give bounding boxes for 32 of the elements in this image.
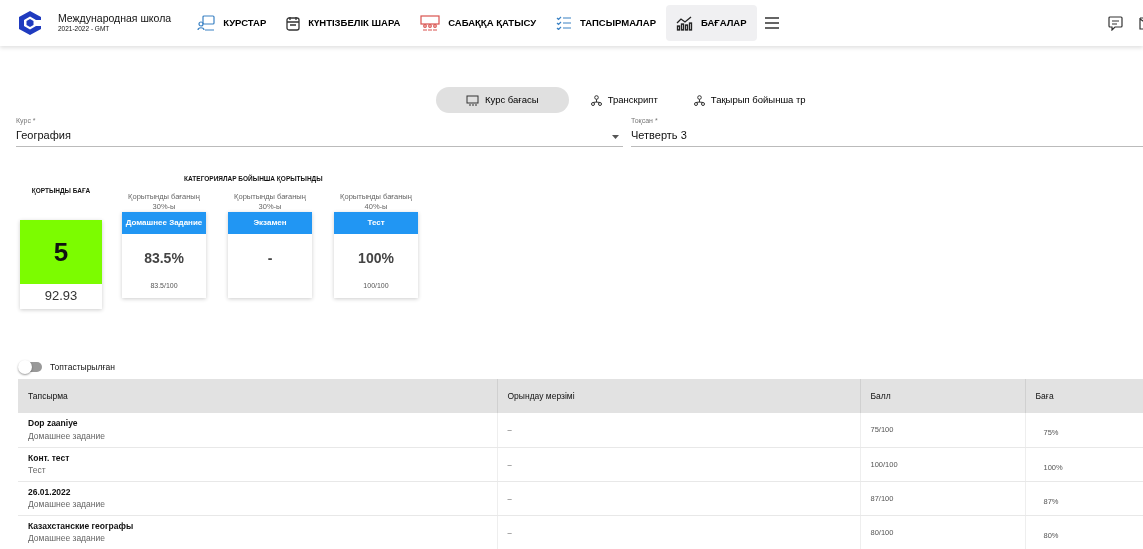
table-cell: 26.01.2022 Домашнее задание [18, 481, 497, 516]
table-cell: Конт. тест Тест [18, 447, 497, 482]
column-header: Балл [860, 379, 1025, 414]
classroom-icon [197, 15, 216, 31]
column-header: Тапсырма [18, 379, 497, 414]
nav-tab[interactable]: КУРСТАР [187, 5, 277, 41]
column-header: Баға [1025, 379, 1143, 414]
checklist-icon [556, 16, 573, 30]
board-icon [466, 94, 479, 106]
toggle-label: Топтастырылған [50, 360, 115, 374]
table-cell: Dop zaaniye Домашнее задание [18, 413, 497, 448]
school-name: Международная школа [58, 11, 172, 25]
logo-icon [18, 10, 42, 36]
table-cell: Казахстанские географы Домашнее задание [18, 515, 497, 549]
hierarchy-icon [590, 94, 602, 106]
dropdown-caret-icon [612, 135, 619, 140]
nav-tab[interactable]: САБАҚҚА ҚАТЫСУ [410, 5, 547, 41]
view-tab[interactable]: Транскрипт [576, 87, 672, 114]
view-tab[interactable]: Курс бағасы [436, 87, 569, 114]
menu-icon[interactable] [764, 17, 779, 29]
nav-tab[interactable]: ТАПСЫРМАЛАР [546, 5, 666, 41]
hierarchy-icon [693, 94, 705, 106]
chat-icon[interactable] [1108, 15, 1123, 31]
category-card: Экзамен - [228, 211, 312, 298]
calendar-icon [286, 15, 301, 31]
chart-icon [676, 15, 693, 31]
view-tab[interactable]: Тақырып бойынша тр [679, 87, 820, 114]
toggle-switch[interactable] [20, 361, 42, 372]
nav-tab[interactable]: КҮНТІЗБЕЛІК ШАРА [276, 5, 411, 41]
people-board-icon [420, 15, 441, 31]
column-header: Орындау мерзімі [497, 379, 860, 414]
nav-tab[interactable]: БАҒАЛАР [666, 5, 757, 41]
